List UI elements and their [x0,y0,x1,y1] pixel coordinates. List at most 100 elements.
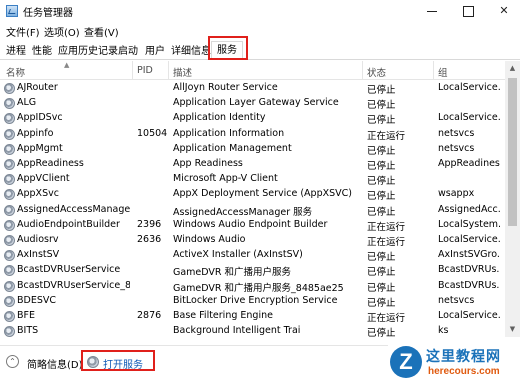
table-row[interactable]: BDESVC BitLocker Drive Encryption Service… [0,294,505,309]
service-status: 已停止 [367,176,396,188]
table-row[interactable]: AppXSvc AppX Deployment Service (AppXSVC)… [0,187,505,202]
table-row[interactable]: BITS Background Intelligent Trai 已停止 ks [0,324,505,337]
table-row[interactable]: BcastDVRUserService GameDVR 和广播用户服务 已停止 Bca… [0,263,505,278]
table-row[interactable]: AudioEndpointBuilder 2396 Windows Audio En… [0,218,505,233]
menu-options[interactable]: 选项(O) [44,24,80,39]
tab-processes[interactable]: 进程 [6,42,26,57]
minimize-button[interactable] [414,0,450,22]
services-list: AJRouter AllJoyn Router Service 已停止 LocalSe… [0,81,505,337]
service-pid: 2396 [137,218,162,230]
service-name: BcastDVRUserService [17,264,121,276]
scroll-up-arrow-icon[interactable]: ▲ [505,61,520,76]
service-group: netsvcs [438,142,475,154]
table-row[interactable]: BFE 2876 Base Filtering Engine 正在运行 LocalSer… [0,309,505,324]
table-row[interactable]: AssignedAccessManager... AssignedAccessMa… [0,203,505,218]
column-header-name[interactable]: 名称 [6,65,25,79]
service-gear-icon [4,204,15,216]
column-divider[interactable] [168,61,169,80]
service-group: netsvcs [438,127,475,139]
service-description: GameDVR 和广播用户服务_8485ae25 [173,282,344,294]
service-description: Base Filtering Engine [173,310,273,321]
close-button[interactable]: ✕ [486,0,520,22]
tab-performance[interactable]: 性能 [32,42,52,57]
service-description: App Readiness [173,158,243,169]
service-status: 已停止 [367,328,396,337]
service-group: LocalService... [438,234,500,245]
table-row[interactable]: AppIDSvc Application Identity 已停止 LocalServ… [0,111,505,126]
task-manager-app-icon [6,5,18,17]
service-status: 正在运行 [367,130,406,142]
tab-details[interactable]: 详细信息 [171,42,211,57]
table-row[interactable]: Appinfo 10504 Application Information 正在运行 n… [0,127,505,142]
collapse-chevron-icon[interactable]: ⌃ [6,355,19,368]
table-row[interactable]: AJRouter AllJoyn Router Service 已停止 LocalSe… [0,81,505,96]
service-description: Background Intelligent Trai [173,325,301,337]
service-group: netsvcs [438,294,475,306]
service-group: AppReadiness [438,158,500,169]
scroll-down-arrow-icon[interactable]: ▼ [505,322,520,337]
table-row[interactable]: Audiosrv 2636 Windows Audio 正在运行 LocalServic… [0,233,505,248]
service-status: 已停止 [367,100,396,112]
table-row[interactable]: AppVClient Microsoft App-V Client 已停止 [0,172,505,187]
service-gear-icon [4,235,15,246]
service-description: Application Management [173,142,292,154]
watermark: Z 这里教程网 herecours.com [388,344,520,381]
service-description: Windows Audio [173,234,246,245]
column-header-description[interactable]: 描述 [173,65,192,79]
service-name: AppIDSvc [17,112,63,124]
service-group: LocalService... [438,82,500,93]
maximize-button[interactable] [450,0,486,22]
service-gear-icon [4,326,15,337]
scrollbar-thumb[interactable] [508,78,517,226]
service-name: AppXSvc [17,188,59,200]
service-status: 已停止 [367,145,396,157]
service-name: AudioEndpointBuilder [17,218,120,230]
service-gear-icon [4,143,15,155]
service-name: BFE [17,310,35,321]
service-name: BITS [17,325,39,337]
service-gear-icon [4,295,15,307]
service-status: 正在运行 [367,237,406,248]
service-gear-icon [4,113,15,125]
service-description: Microsoft App-V Client [173,173,278,185]
tab-users[interactable]: 用户 [145,42,165,57]
window-title: 任务管理器 [23,8,73,19]
service-description: Application Identity [173,112,266,124]
service-name: AppVClient [17,173,70,185]
table-row[interactable]: AppReadiness App Readiness 已停止 AppReadiness [0,157,505,172]
service-name: BcastDVRUserService_84... [17,279,130,291]
fewer-details-link[interactable]: 简略信息(D) [27,356,83,371]
service-status: 已停止 [367,191,396,203]
service-description: BitLocker Drive Encryption Service [173,294,338,306]
service-group: AxInstSVGro... [438,249,500,261]
column-header-pid[interactable]: PID [137,65,153,76]
tab-startup[interactable]: 启动 [118,42,138,57]
service-gear-icon [4,174,15,186]
column-divider[interactable] [362,61,363,80]
service-description: AllJoyn Router Service [173,82,278,93]
service-group: LocalService... [438,112,500,124]
column-header-status[interactable]: 状态 [367,65,386,79]
service-group: BcastDVRUs... [438,279,500,291]
menu-file[interactable]: 文件(F) [6,24,40,39]
table-row[interactable]: AppMgmt Application Management 已停止 netsvcs [0,142,505,157]
service-gear-icon [4,83,15,94]
column-header-group[interactable]: 组 [438,65,448,79]
service-name: AxInstSV [17,249,60,261]
highlight-services-tab [208,36,248,60]
table-row[interactable]: ALG Application Layer Gateway Service 已停止 [0,96,505,111]
service-pid: 2876 [137,310,162,321]
column-divider[interactable] [132,61,133,80]
vertical-scrollbar[interactable]: ▲ ▼ [505,61,520,337]
column-divider[interactable] [433,61,434,80]
service-gear-icon [4,128,15,140]
menu-view[interactable]: 查看(V) [84,24,119,39]
service-description: AssignedAccessManager 服务 [173,206,313,218]
table-row[interactable]: AxInstSV ActiveX Installer (AxInstSV) 已停止 A… [0,248,505,263]
service-gear-icon [4,189,15,201]
table-row[interactable]: BcastDVRUserService_84... GameDVR 和广播用户服务… [0,279,505,294]
service-description: Application Layer Gateway Service [173,97,339,109]
tab-app-history[interactable]: 应用历史记录 [58,42,118,57]
service-name: AppMgmt [17,142,63,154]
watermark-title: 这里教程网 [426,349,501,365]
